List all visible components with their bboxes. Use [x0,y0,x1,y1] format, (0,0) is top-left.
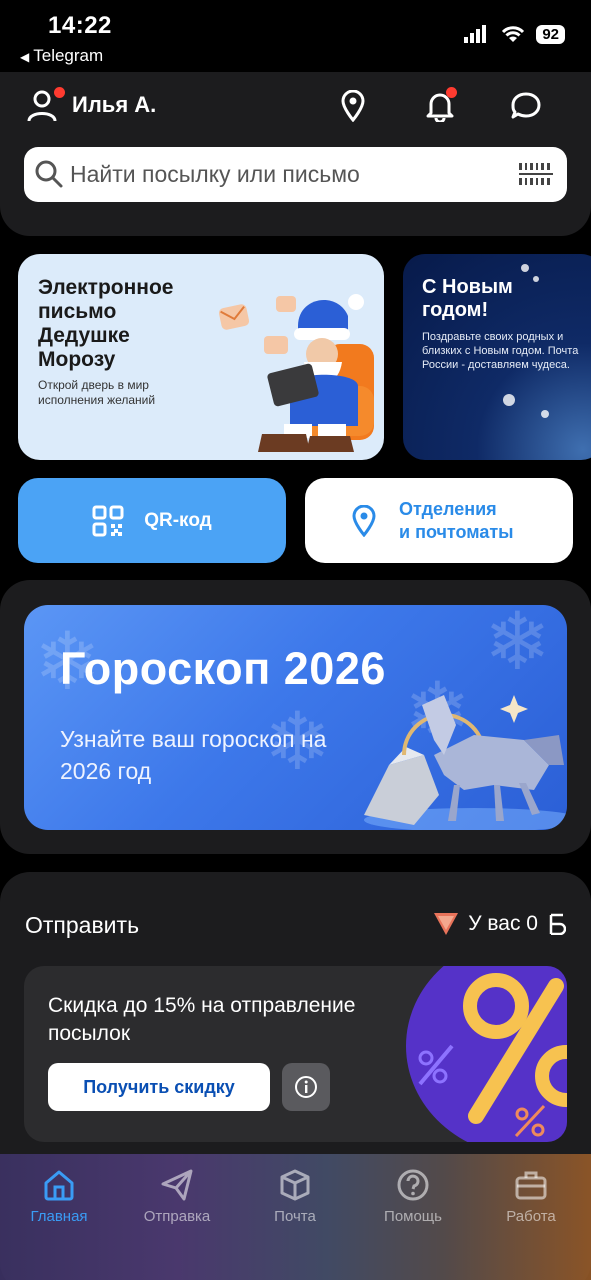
question-circle-icon [397,1169,429,1201]
offices-label-line1: Отделения [399,498,497,519]
snowflake-decoration: ❄ [484,605,552,686]
status-bar: 14:22 ◀ Telegram 92 [0,0,591,72]
tab-label: Работа [506,1208,556,1225]
promo-card-new-year[interactable]: С Новым годом! Поздравьте своих родных и… [403,254,591,460]
sparkle-decoration [503,394,515,406]
back-arrow-icon: ◀ [20,50,30,64]
points-label: У вас 0 [468,912,538,935]
horoscope-subtitle: Узнайте ваш гороскоп на 2026 год [60,726,327,784]
back-app-label: Telegram [33,46,104,65]
briefcase-icon [515,1171,547,1200]
tab-label: Почта [274,1208,316,1225]
tab-mail[interactable]: Почта [240,1168,350,1225]
back-to-app-link[interactable]: ◀ Telegram [20,46,103,66]
promo-card-santa-letter[interactable]: Электронное письмо Дедушке Морозу Открой… [18,254,384,460]
wifi-icon [502,26,525,42]
sparkle-decoration [533,276,539,282]
promo-title: Электронное письмо Дедушке Морозу [38,276,174,371]
tab-help[interactable]: Помощь [358,1168,468,1225]
offices-button[interactable]: Отделения и почтоматы [305,478,573,563]
location-pin-icon [341,90,365,122]
tab-label: Главная [30,1208,88,1225]
horoscope-panel: ❄ ❄ ❄ ❄ Гороскоп 2026 Узнайте ваш гороск… [0,580,591,854]
profile-notification-dot [54,87,65,98]
discount-text: Скидка до 15% на отправление посылок [48,994,356,1045]
horoscope-title: Гороскоп 2026 [60,643,386,694]
horoscope-banner[interactable]: ❄ ❄ ❄ ❄ Гороскоп 2026 Узнайте ваш гороск… [24,605,567,830]
status-time: 14:22 [48,12,112,39]
battery-indicator: 92 [536,24,565,44]
info-icon [295,1076,317,1098]
santa-illustration [218,294,374,452]
currency-icon [549,913,566,935]
chat-button[interactable] [506,86,546,126]
info-button[interactable] [282,1063,330,1111]
promo-subtitle: Открой дверь в мир исполнения желаний [38,378,156,407]
header-panel: Илья А. [0,72,591,236]
send-section-title: Отправить [25,912,140,938]
sparkle-decoration [541,410,549,418]
get-discount-button[interactable]: Получить скидку [48,1063,270,1111]
user-name[interactable]: Илья А. [72,92,156,118]
chat-bubble-icon [511,92,541,119]
tab-work[interactable]: Работа [476,1168,586,1225]
sparkle-decoration [521,264,529,272]
horse-illustration [364,695,567,830]
package-icon [280,1169,310,1201]
paper-plane-icon [161,1169,193,1201]
tab-label: Помощь [384,1208,442,1225]
offices-label-line2: и почтоматы [399,521,514,542]
signal-icon [464,25,487,43]
bell-notification-dot [446,87,457,98]
home-icon [44,1170,74,1201]
qr-code-icon [92,505,124,536]
bottom-tab-bar: Главная Отправка Почта Помощь Работа [0,1154,591,1280]
notifications-button[interactable] [420,86,460,126]
search-bar[interactable] [24,147,567,202]
discount-card[interactable]: Скидка до 15% на отправление посылок Пол… [24,966,567,1142]
qr-code-button[interactable]: QR-код [18,478,286,563]
location-pin-icon [352,504,376,537]
promo-subtitle: Поздравьте своих родных и близких с Новы… [422,331,579,371]
loyalty-badge-icon [434,913,459,935]
user-row: Илья А. [26,86,565,126]
tab-home[interactable]: Главная [4,1168,114,1225]
search-input[interactable] [70,147,500,202]
search-icon [35,160,63,188]
percent-illustration [406,966,567,1142]
location-button[interactable] [333,86,373,126]
status-indicators: 92 [464,24,565,44]
barcode-scan-icon[interactable] [519,161,553,187]
qr-code-label: QR-код [144,509,212,531]
tab-send[interactable]: Отправка [122,1168,232,1225]
loyalty-points[interactable]: У вас 0 [434,912,566,936]
tab-label: Отправка [143,1208,211,1225]
promo-title: С Новым годом! [422,276,513,321]
offices-label: Отделения и почтоматы [399,498,514,544]
